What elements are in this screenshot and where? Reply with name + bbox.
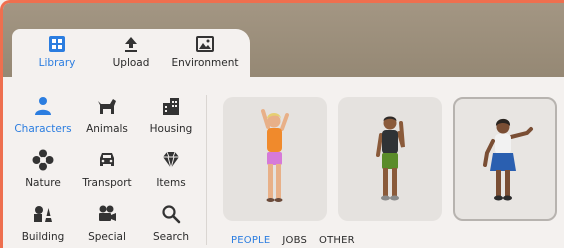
category-label: Building	[21, 231, 65, 243]
category-characters[interactable]: Characters	[11, 87, 75, 141]
shapes-icon	[34, 206, 52, 222]
upload-icon	[125, 37, 137, 52]
character-dark-shirt-green-shorts-icon	[376, 116, 405, 201]
library-icon	[49, 36, 65, 52]
category-label: Transport	[82, 177, 132, 189]
car-icon	[100, 153, 114, 166]
category-nature[interactable]: Nature	[11, 141, 75, 195]
camera-icon	[99, 205, 116, 221]
character-grid	[223, 97, 557, 221]
search-icon	[162, 205, 181, 224]
tab-environment[interactable]: Environment	[168, 35, 242, 77]
subtab-other[interactable]: OTHER	[319, 235, 355, 246]
category-building[interactable]: Building	[11, 195, 75, 248]
panel-divider	[206, 95, 207, 245]
building-icon	[163, 98, 179, 115]
category-label: Search	[152, 231, 190, 243]
environment-icon	[196, 36, 214, 52]
flower-icon	[32, 149, 54, 171]
diamond-icon	[163, 151, 179, 169]
character-card[interactable]	[338, 97, 442, 221]
subcategory-tabs: PEOPLE JOBS OTHER	[231, 235, 355, 246]
category-transport[interactable]: Transport	[75, 141, 139, 195]
category-grid: Characters Animals Housing Nature Transp…	[11, 87, 199, 248]
subtab-jobs[interactable]: JOBS	[282, 235, 307, 246]
tab-library[interactable]: Library	[20, 35, 94, 77]
tab-upload[interactable]: Upload	[94, 35, 168, 77]
character-white-shirt-blue-skirt-icon	[483, 118, 533, 201]
category-label: Housing	[149, 123, 193, 135]
tab-upload-label: Upload	[112, 57, 150, 69]
category-label: Special	[88, 231, 126, 243]
tab-library-label: Library	[38, 57, 76, 69]
subtab-people[interactable]: PEOPLE	[231, 235, 270, 246]
main-tabs: Library Upload Environment	[12, 29, 250, 79]
library-panel: Characters Animals Housing Nature Transp…	[3, 77, 564, 248]
dog-icon	[98, 99, 116, 114]
category-label: Items	[156, 177, 186, 189]
person-icon	[35, 97, 51, 115]
category-animals[interactable]: Animals	[75, 87, 139, 141]
character-card[interactable]	[223, 97, 327, 221]
character-card-selected[interactable]	[453, 97, 557, 221]
category-label: Characters	[14, 123, 72, 135]
category-label: Nature	[25, 177, 61, 189]
app-frame: Library Upload Environment Characters An…	[0, 0, 564, 248]
category-label: Animals	[86, 123, 128, 135]
category-search[interactable]: Search	[139, 195, 203, 248]
category-housing[interactable]: Housing	[139, 87, 203, 141]
category-items[interactable]: Items	[139, 141, 203, 195]
tab-environment-label: Environment	[171, 57, 239, 69]
character-blonde-orange-shirt-icon	[261, 109, 289, 202]
category-special[interactable]: Special	[75, 195, 139, 248]
